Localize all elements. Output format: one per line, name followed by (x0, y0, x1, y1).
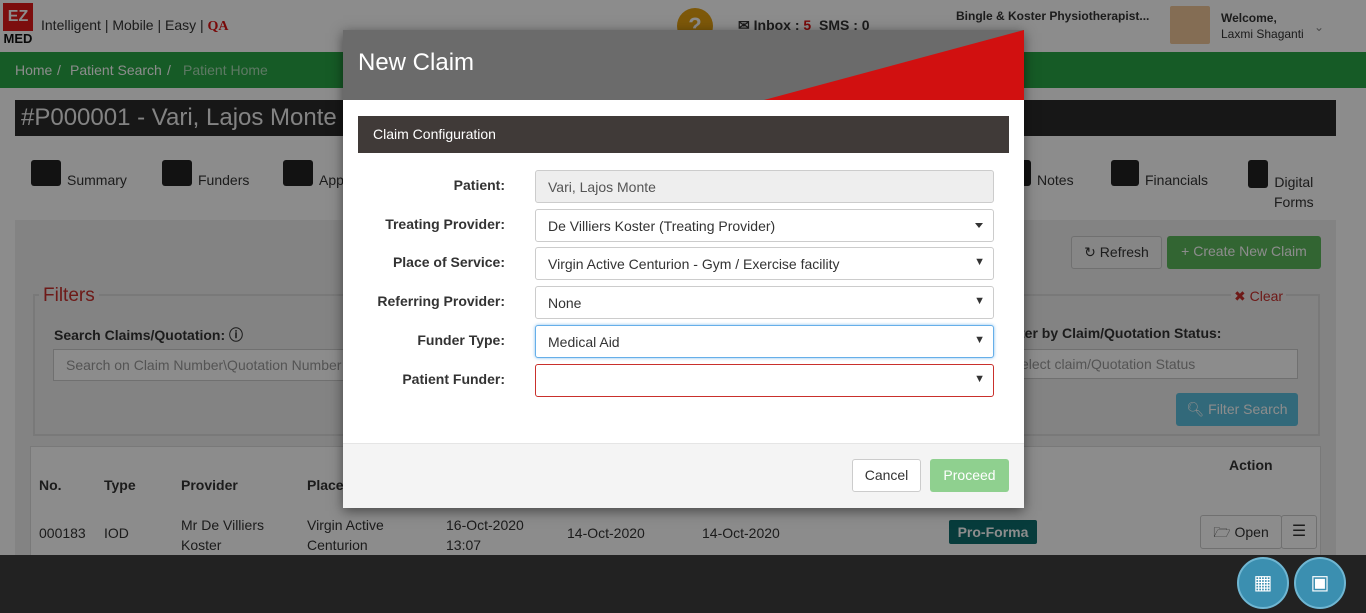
patient-funder-label: Patient Funder: (402, 371, 505, 387)
chevron-down-icon: ▼ (974, 373, 985, 385)
modal-footer (343, 443, 1024, 508)
treating-provider-select[interactable]: De Villiers Koster (Treating Provider) (535, 209, 994, 242)
cancel-button[interactable]: Cancel (852, 459, 921, 492)
place-of-service-label: Place of Service: (392, 254, 505, 270)
referring-provider-label: Referring Provider: (377, 293, 505, 309)
treating-provider-label: Treating Provider: (385, 216, 505, 232)
modal-title: New Claim (358, 49, 475, 76)
chevron-down-icon: ▼ (974, 256, 985, 268)
contacts-icon[interactable]: ▣ (1294, 557, 1346, 609)
calendar-icon[interactable]: ▦ (1237, 557, 1289, 609)
proceed-button[interactable]: Proceed (930, 459, 1009, 492)
patient-funder-select[interactable]: ▼ (535, 364, 994, 397)
modal-header: New Claim (343, 30, 1024, 100)
caret-down-icon (975, 223, 983, 228)
patient-label: Patient: (453, 177, 505, 193)
footer-bar (0, 555, 1366, 613)
claim-configuration-header: Claim Configuration (358, 116, 1009, 153)
funder-type-label: Funder Type: (417, 332, 505, 348)
referring-provider-select[interactable]: None ▼ (535, 286, 994, 319)
funder-type-select[interactable]: Medical Aid ▼ (535, 325, 994, 358)
place-of-service-select[interactable]: Virgin Active Centurion - Gym / Exercise… (535, 247, 994, 280)
new-claim-modal: New Claim Claim Configuration Patient: V… (343, 30, 1024, 508)
header-ribbon-graphic (764, 30, 1024, 100)
chevron-down-icon: ▼ (974, 334, 985, 346)
patient-field: Vari, Lajos Monte (535, 170, 994, 203)
chevron-down-icon: ▼ (974, 295, 985, 307)
